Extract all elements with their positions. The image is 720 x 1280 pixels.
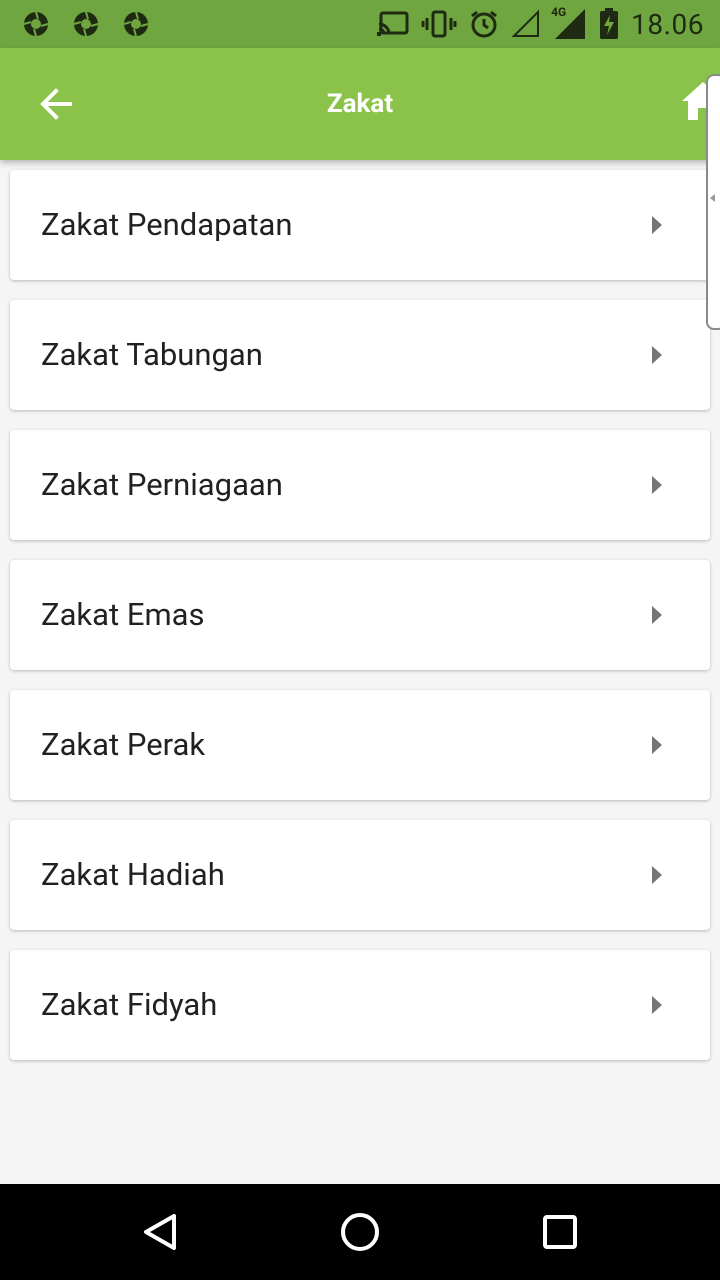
chevron-left-icon bbox=[710, 194, 715, 202]
battery-charging-icon bbox=[600, 8, 619, 39]
status-bar: 4G 18.06 bbox=[0, 0, 720, 48]
nav-home-button[interactable] bbox=[336, 1208, 384, 1256]
back-triangle-icon bbox=[144, 1214, 176, 1250]
nav-back-button[interactable] bbox=[136, 1208, 184, 1256]
menu-item-label: Zakat Perniagaan bbox=[41, 466, 283, 503]
menu-item-zakat-tabungan[interactable]: Zakat Tabungan bbox=[10, 300, 710, 410]
chevron-right-icon bbox=[652, 476, 662, 494]
clock: 18.06 bbox=[631, 7, 704, 41]
menu-item-zakat-perniagaan[interactable]: Zakat Perniagaan bbox=[10, 430, 710, 540]
signal-4g-icon: 4G bbox=[551, 5, 587, 41]
chevron-right-icon bbox=[652, 996, 662, 1014]
vibrate-icon bbox=[421, 10, 457, 38]
system-nav-bar bbox=[0, 1184, 720, 1280]
network-type-label: 4G bbox=[551, 5, 567, 19]
chevron-right-icon bbox=[652, 736, 662, 754]
menu-item-zakat-hadiah[interactable]: Zakat Hadiah bbox=[10, 820, 710, 930]
chevron-right-icon bbox=[652, 346, 662, 364]
nav-recents-button[interactable] bbox=[536, 1208, 584, 1256]
app-bar: Zakat bbox=[0, 48, 720, 160]
menu-item-label: Zakat Tabungan bbox=[41, 336, 263, 373]
menu-item-label: Zakat Hadiah bbox=[41, 856, 225, 893]
menu-item-label: Zakat Pendapatan bbox=[41, 206, 293, 243]
chevron-right-icon bbox=[652, 866, 662, 884]
menu-item-label: Zakat Fidyah bbox=[41, 986, 218, 1023]
menu-item-zakat-emas[interactable]: Zakat Emas bbox=[10, 560, 710, 670]
chevron-right-icon bbox=[652, 216, 662, 234]
signal-empty-icon bbox=[511, 9, 540, 37]
menu-item-zakat-perak[interactable]: Zakat Perak bbox=[10, 690, 710, 800]
alarm-icon bbox=[471, 10, 498, 38]
aperture-icon bbox=[123, 11, 149, 37]
edge-panel-handle[interactable] bbox=[706, 74, 720, 330]
cast-icon bbox=[377, 11, 409, 36]
notification-icons bbox=[22, 10, 150, 38]
aperture-icon bbox=[23, 11, 49, 37]
aperture-icon bbox=[73, 11, 99, 37]
menu-item-zakat-fidyah[interactable]: Zakat Fidyah bbox=[10, 950, 710, 1060]
menu-item-zakat-pendapatan[interactable]: Zakat Pendapatan bbox=[10, 170, 710, 280]
home-circle-icon bbox=[341, 1213, 379, 1251]
page-title: Zakat bbox=[326, 89, 394, 119]
menu-item-label: Zakat Perak bbox=[41, 726, 206, 763]
zakat-menu-list: Zakat Pendapatan Zakat Tabungan Zakat Pe… bbox=[10, 170, 710, 1080]
menu-item-label: Zakat Emas bbox=[41, 596, 205, 633]
system-icons: 4G 18.06 bbox=[377, 0, 704, 48]
recents-square-icon bbox=[543, 1215, 577, 1249]
chevron-right-icon bbox=[652, 606, 662, 624]
